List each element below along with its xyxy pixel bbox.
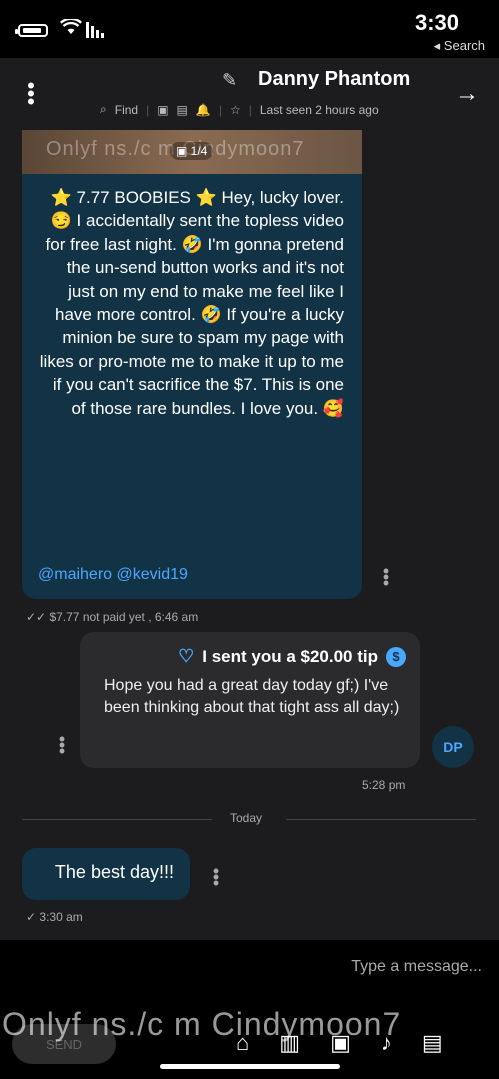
media-icon[interactable]: ▤ [422,1030,443,1056]
back-arrow-icon[interactable]: → [455,80,479,108]
search-icon[interactable]: ⌕ [100,102,107,117]
more-menu-icon[interactable]: • • • [26,75,36,113]
date-divider: Today [0,810,499,830]
tip-meta: 5:28 pm [362,778,406,792]
chat-area[interactable]: Onlyf ns./c m Cindymoon7 ▣ 1/4 ⭐ 7.77 BO… [0,130,499,940]
star-icon[interactable]: ☆ [230,103,241,117]
home-indicator [160,1064,340,1069]
tip-header: ♡ I sent you a $20.00 tip $ [94,646,406,667]
wifi-icon [59,17,83,41]
message-options-icon[interactable]: • • • [212,862,220,892]
incoming-post-bubble[interactable]: ⭐ 7.77 BOOBIES ⭐ Hey, lucky lover. 😏 I a… [22,174,362,599]
message-options-icon[interactable]: • • • [382,562,390,592]
last-seen: Last seen 2 hours ago [259,102,379,117]
message-input[interactable]: Type a message... [22,958,482,976]
chat-header: • • • ✎ Danny Phantom → ⌕ Find | ▣ ▤ 🔔 | ☆… [0,58,499,131]
avatar[interactable]: DP [432,726,474,768]
outgoing-message-bubble[interactable]: The best day!!! [22,848,190,900]
reply-meta: ✓ 3:30 am [26,910,83,924]
mention-links[interactable]: @maihero @kevid19 [38,566,188,584]
clock: 3:30 [414,10,459,35]
message-image[interactable]: Onlyf ns./c m Cindymoon7 ▣ 1/4 [22,130,362,174]
media-count-badge: ▣ 1/4 [170,142,214,160]
composer: Type a message... SEND ⌂ ▥ ▣ ♪ ▤ Onlyf n… [0,940,499,1079]
status-bar: 3:30 ◂ Search [0,0,499,58]
signal-icon [86,22,104,38]
gallery-icon[interactable]: ▣ [157,103,168,117]
notes-icon[interactable]: ▤ [177,103,188,117]
message-options-icon[interactable]: • • • [58,730,66,760]
tip-message-bubble[interactable]: ♡ I sent you a $20.00 tip $ Hope you had… [80,632,420,768]
page-watermark: Onlyf ns./c m Cindymoon7 [2,1006,402,1042]
back-to-search-link[interactable]: ◂ Search [434,38,485,54]
dollar-icon: $ [386,646,406,667]
post-meta: ✓✓ $7.77 not paid yet , 6:46 am [26,610,199,624]
battery-icon [15,24,48,37]
contact-name[interactable]: Danny Phantom [258,68,410,91]
bell-icon[interactable]: 🔔 [196,103,211,117]
tip-text: Hope you had a great day today gf;) I've… [104,677,400,716]
heart-icon[interactable]: ♡ [178,646,194,667]
tip-title: I sent you a $20.00 tip [202,646,378,666]
edit-pencil-icon[interactable]: ✎ [222,70,237,91]
post-text: ⭐ 7.77 BOOBIES ⭐ Hey, lucky lover. 😏 I a… [39,188,344,418]
header-toolbar: ⌕ Find | ▣ ▤ 🔔 | ☆ | Last seen 2 hours a… [100,102,379,117]
find-label[interactable]: Find [115,103,138,117]
